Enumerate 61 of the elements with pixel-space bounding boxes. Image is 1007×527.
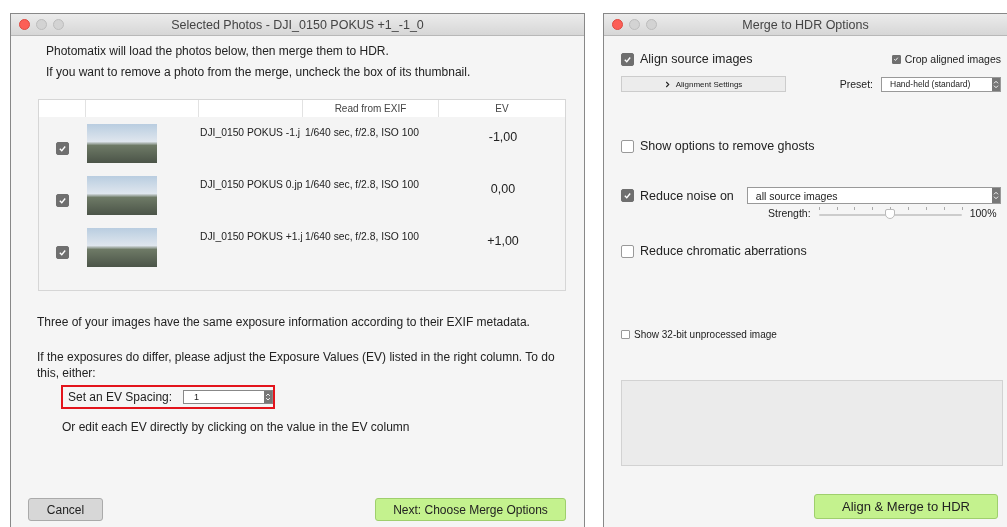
- table-cell-text: DJI_0150 POKUS -1.j: [199, 126, 302, 140]
- option-label: Reduce chromatic aberrations: [640, 244, 807, 258]
- photo-placeholder: [87, 176, 157, 215]
- alignment-settings-button[interactable]: Alignment Settings: [621, 76, 786, 92]
- photo-placeholder: [87, 228, 157, 267]
- checkbox[interactable]: [621, 244, 634, 258]
- chevron-icon: [664, 80, 670, 88]
- checkbox[interactable]: [621, 330, 630, 339]
- table-cell[interactable]: -1,00: [441, 124, 565, 144]
- table-cell-text: DJI_0150 POKUS +1.j: [199, 230, 302, 244]
- intro-text: Photomatix will load the photos below, then merge them to HDR.: [46, 44, 390, 58]
- close-button[interactable]: [19, 19, 30, 30]
- preset-dropdown[interactable]: Hand-held (standard): [881, 76, 1001, 92]
- option-label: Reduce noise on: [640, 188, 734, 203]
- column-header: Read from EXIF: [302, 100, 438, 117]
- check-mark-icon: [893, 56, 900, 62]
- strength-slider[interactable]: [818, 207, 962, 219]
- slider-value: 100%: [969, 207, 997, 219]
- check-mark-icon: [623, 191, 632, 200]
- info-text: Three of your images have the same exposure information according to their EXIF metadata.: [37, 315, 531, 329]
- field-label: Set an EV Spacing:: [68, 390, 173, 404]
- check-mark-icon: [57, 144, 67, 153]
- option-label: Crop aligned images: [904, 53, 1001, 65]
- option-label: Show 32-bit unprocessed image: [634, 329, 777, 340]
- instruction-text: If the exposures do differ, please adjust the Exposure Values (EV) listed in the right column. To do this, either:: [37, 349, 556, 381]
- column-header: EV: [438, 100, 565, 117]
- checkbox[interactable]: [621, 139, 634, 153]
- slider-thumb[interactable]: [885, 209, 896, 219]
- checkbox[interactable]: [55, 246, 69, 259]
- option-label: Align source images: [640, 52, 753, 66]
- input-field[interactable]: 1: [183, 390, 273, 404]
- field-label: Preset:: [839, 78, 873, 90]
- instruction-text: Or edit each EV directly by clicking on the value in the EV column: [62, 420, 411, 434]
- table-cell[interactable]: 0,00: [441, 176, 565, 196]
- check-mark-icon: [623, 54, 632, 64]
- stepper-icon[interactable]: [992, 77, 1000, 91]
- table-cell-text: 1/640 sec, f/2.8, ISO 100: [304, 178, 420, 190]
- noise-dropdown[interactable]: all source images: [746, 187, 1001, 204]
- checkbox[interactable]: [55, 194, 69, 207]
- stepper-icon[interactable]: [264, 391, 272, 403]
- cancel-button[interactable]: Cancel: [28, 498, 103, 521]
- checkbox[interactable]: [621, 52, 634, 66]
- window-title: Merge to HDR Options: [742, 17, 869, 32]
- window-title: Selected Photos - DJI_0150 POKUS +1_-1_0: [171, 17, 424, 32]
- table-cell-text: 1/640 sec, f/2.8, ISO 100: [304, 230, 420, 242]
- close-button[interactable]: [612, 19, 623, 30]
- stepper-icon[interactable]: [992, 188, 1000, 203]
- photo-placeholder: [87, 124, 157, 163]
- table-cell-text: DJI_0150 POKUS 0.jp: [199, 178, 302, 192]
- table-cell-text: 1/640 sec, f/2.8, ISO 100: [304, 126, 420, 138]
- checkbox[interactable]: [621, 189, 634, 202]
- checkbox[interactable]: [55, 142, 69, 155]
- check-mark-icon: [57, 248, 67, 257]
- checkbox[interactable]: [891, 54, 901, 64]
- option-label: Show options to remove ghosts: [640, 139, 815, 153]
- check-mark-icon: [57, 196, 67, 205]
- next-button[interactable]: Next: Choose Merge Options: [375, 498, 566, 521]
- table-cell[interactable]: +1,00: [441, 228, 565, 248]
- intro-text: If you want to remove a photo from the merge, uncheck the box of its thumbnail.: [46, 65, 472, 79]
- slider-label: Strength:: [768, 207, 811, 219]
- merge-button[interactable]: Align & Merge to HDR: [814, 494, 998, 519]
